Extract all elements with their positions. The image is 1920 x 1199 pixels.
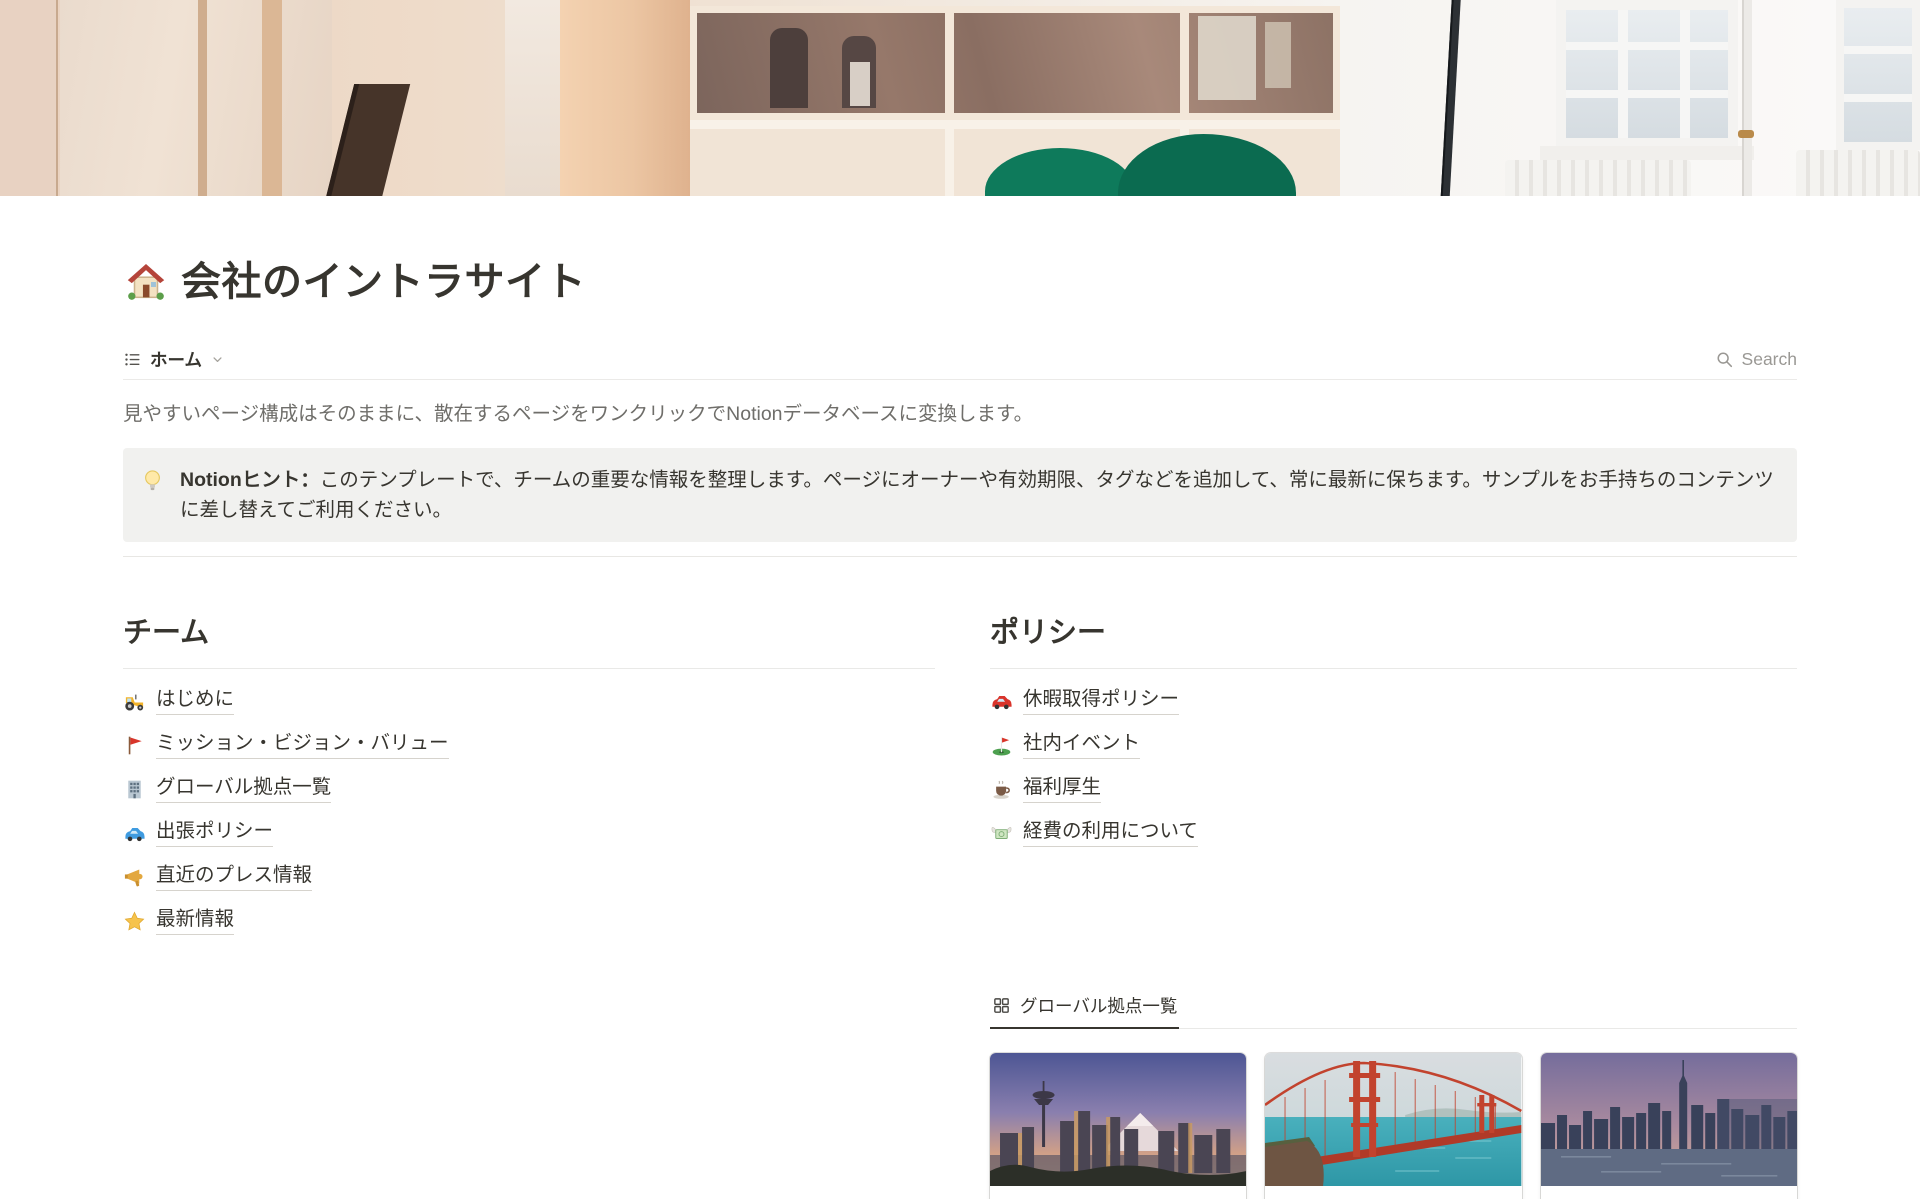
divider: [123, 556, 1797, 557]
money-with-wings-icon: [990, 822, 1013, 845]
page-link-global-offices[interactable]: グローバル拠点一覧: [123, 767, 935, 811]
page-content: 会社のイントラサイト ホーム Search 見やすいページ構成はそのままに、散在…: [0, 258, 1920, 1199]
bulleted-list-icon: [123, 350, 142, 369]
team-link-list: はじめに ミッション・ビジョン・バリュー グローバル拠点一覧 出張ポリシー 直近…: [123, 679, 935, 943]
cover-pipe: [1742, 0, 1752, 196]
cover-dark-board: [322, 84, 410, 196]
search-icon: [1715, 350, 1734, 369]
callout-body: このテンプレートで、チームの重要な情報を整理します。ページにオーナーや有効期限、…: [180, 469, 1774, 521]
page-link-hajimeni[interactable]: はじめに: [123, 679, 935, 723]
cover-left-panel: [0, 0, 58, 196]
two-column-layout: チーム はじめに ミッション・ビジョン・バリュー グローバル拠点一覧 出張ポリ: [123, 615, 1797, 1199]
cover-window-grid: [1836, 0, 1920, 150]
cover-pipe-valve: [1738, 130, 1754, 138]
cover-glass-partition: [60, 0, 332, 196]
cover-radiator: [1505, 160, 1691, 196]
page-link-expenses[interactable]: 経費の利用について: [990, 811, 1797, 855]
callout-lead: Notionヒント：: [180, 469, 320, 491]
cover-window-sill: [1540, 146, 1754, 160]
light-bulb-icon: [139, 467, 166, 494]
page-link-press[interactable]: 直近のプレス情報: [123, 855, 935, 899]
golf-flag-icon: [990, 734, 1013, 757]
cover-window-mullion: [945, 120, 954, 196]
cover-window-grid: [1556, 0, 1738, 148]
cover-pillar: [560, 0, 690, 196]
notion-hint-callout: Notionヒント：このテンプレートで、チームの重要な情報を整理します。ページに…: [123, 448, 1797, 542]
cover-radiator: [1796, 150, 1920, 196]
chevron-down-icon[interactable]: [210, 352, 225, 367]
card-new-york-footer: ニューヨーク: [1541, 1186, 1797, 1199]
team-heading: チーム: [123, 615, 935, 651]
page-link-company-events[interactable]: 社内イベント: [990, 723, 1797, 767]
policy-heading: ポリシー: [990, 615, 1797, 651]
triangular-flag-icon: [123, 734, 146, 757]
card-san-francisco-footer: サンフランシスコ: [1265, 1186, 1521, 1199]
cover-wood-post: [198, 0, 207, 196]
cover-poster: [1265, 22, 1291, 88]
card-new-york[interactable]: ニューヨーク: [1541, 1053, 1797, 1199]
page-title: 会社のイントラサイト: [123, 258, 1797, 306]
card-seattle-footer: シアトル: [990, 1186, 1246, 1199]
cover-poster: [1198, 16, 1256, 100]
gallery-tab-label: グローバル拠点一覧: [1020, 993, 1177, 1018]
global-offices-gallery: グローバル拠点一覧: [990, 989, 1797, 1199]
policy-link-list: 休暇取得ポリシー 社内イベント 福利厚生 経費の利用について: [990, 679, 1797, 855]
view-tab-home[interactable]: ホーム: [123, 347, 225, 372]
gallery-tab-bar: グローバル拠点一覧: [990, 989, 1797, 1029]
gallery-cards: シアトル: [990, 1053, 1797, 1199]
star-icon: [123, 910, 146, 933]
gallery-tab-global-offices[interactable]: グローバル拠点一覧: [990, 989, 1179, 1029]
cover-person-silhouette: [770, 28, 808, 108]
cover-wood-post: [262, 0, 282, 196]
search-button[interactable]: Search: [1715, 349, 1797, 370]
office-building-icon: [123, 778, 146, 801]
team-column: チーム はじめに ミッション・ビジョン・バリュー グローバル拠点一覧 出張ポリ: [123, 615, 935, 1199]
policy-column: ポリシー 休暇取得ポリシー 社内イベント 福利厚生 経費の利用について: [990, 615, 1797, 1199]
page-title-text: 会社のイントラサイト: [181, 258, 586, 306]
page-link-latest-news[interactable]: 最新情報: [123, 899, 935, 943]
view-tab-label: ホーム: [150, 347, 202, 372]
heading-rule: [123, 668, 935, 669]
golden-gate-photo: [1265, 1053, 1521, 1186]
page-link-mission-vision-value[interactable]: ミッション・ビジョン・バリュー: [123, 723, 935, 767]
cover-image: [0, 0, 1920, 196]
cover-person-apron: [850, 62, 870, 106]
card-san-francisco[interactable]: サンフランシスコ: [1265, 1053, 1521, 1199]
page-link-vacation-policy[interactable]: 休暇取得ポリシー: [990, 679, 1797, 723]
callout-text: Notionヒント：このテンプレートで、チームの重要な情報を整理します。ページに…: [180, 465, 1779, 525]
view-bar: ホーム Search: [123, 340, 1797, 380]
megaphone-icon: [123, 866, 146, 889]
page-description: 見やすいページ構成はそのままに、散在するページをワンクリックでNotionデータ…: [123, 400, 1797, 429]
card-seattle[interactable]: シアトル: [990, 1053, 1246, 1199]
red-car-icon: [990, 690, 1013, 713]
cover-light-strip: [505, 0, 560, 196]
house-icon: [123, 259, 169, 305]
gallery-view-icon: [992, 996, 1011, 1015]
cover-window-mullion: [945, 6, 954, 120]
tractor-icon: [123, 690, 146, 713]
heading-rule: [990, 668, 1797, 669]
search-label: Search: [1742, 349, 1797, 370]
page-link-benefits[interactable]: 福利厚生: [990, 767, 1797, 811]
cover-window-mullion: [1180, 6, 1189, 120]
seattle-photo: [990, 1053, 1246, 1186]
blue-car-icon: [123, 822, 146, 845]
coffee-icon: [990, 778, 1013, 801]
page-link-travel-policy[interactable]: 出張ポリシー: [123, 811, 935, 855]
new-york-photo: [1541, 1053, 1797, 1186]
